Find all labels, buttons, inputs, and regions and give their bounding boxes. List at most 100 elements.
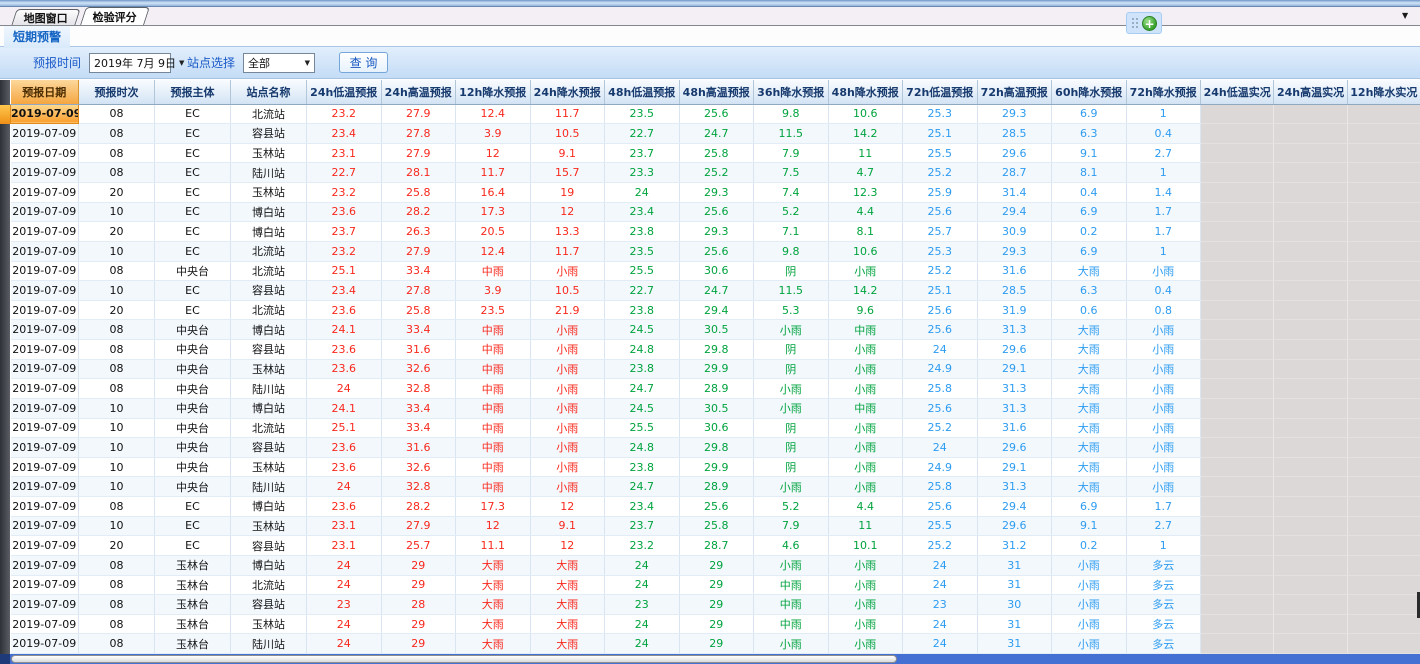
table-cell[interactable]: 4.4	[828, 497, 903, 517]
table-cell[interactable]: 28.1	[381, 163, 456, 183]
table-cell[interactable]: 25.8	[381, 183, 456, 203]
table-cell[interactable]: 08	[79, 261, 155, 281]
table-cell[interactable]: 玉林台	[155, 634, 231, 654]
table-cell[interactable]: 25.8	[679, 516, 754, 536]
table-cell[interactable]: 2019-07-09	[11, 555, 79, 575]
table-cell[interactable]: 中雨	[456, 438, 531, 458]
table-row[interactable]: 2019-07-0908EC容县站23.427.83.910.522.724.7…	[11, 124, 1420, 144]
table-cell[interactable]: 中央台	[155, 261, 231, 281]
table-cell[interactable]: 33.4	[381, 320, 456, 340]
table-cell[interactable]: 大雨	[530, 614, 605, 634]
table-cell[interactable]	[1274, 536, 1347, 556]
table-cell[interactable]: 31.4	[977, 183, 1052, 203]
table-cell[interactable]: 29.6	[977, 516, 1052, 536]
table-cell[interactable]: 32.6	[381, 457, 456, 477]
table-cell[interactable]: 大雨	[456, 555, 531, 575]
table-cell[interactable]: 容县站	[231, 124, 307, 144]
table-cell[interactable]: 博白站	[231, 222, 307, 242]
column-header[interactable]: 预报主体	[155, 80, 231, 104]
table-cell[interactable]	[1347, 340, 1420, 360]
table-cell[interactable]: 08	[79, 634, 155, 654]
table-cell[interactable]: 29	[679, 634, 754, 654]
table-cell[interactable]: 23.6	[307, 359, 382, 379]
table-cell[interactable]: 29.3	[977, 241, 1052, 261]
table-cell[interactable]: 23.7	[605, 516, 680, 536]
table-cell[interactable]: 2019-07-09	[11, 300, 79, 320]
table-cell[interactable]	[1274, 241, 1347, 261]
table-cell[interactable]	[1274, 477, 1347, 497]
table-cell[interactable]: 23.2	[307, 183, 382, 203]
table-cell[interactable]: 博白站	[231, 320, 307, 340]
table-cell[interactable]: 23.2	[605, 536, 680, 556]
table-cell[interactable]: 23.1	[307, 143, 382, 163]
table-row[interactable]: 2019-07-0908玉林台博白站2429大雨大雨2429小雨小雨2431小雨…	[11, 555, 1420, 575]
table-cell[interactable]: 24	[605, 575, 680, 595]
table-row[interactable]: 2019-07-0908EC博白站23.628.217.31223.425.65…	[11, 497, 1420, 517]
table-cell[interactable]	[1347, 457, 1420, 477]
table-cell[interactable]: 北流站	[231, 418, 307, 438]
table-cell[interactable]: 容县站	[231, 438, 307, 458]
table-cell[interactable]: EC	[155, 536, 231, 556]
table-cell[interactable]: 陆川站	[231, 163, 307, 183]
table-cell[interactable]: 阴	[754, 418, 829, 438]
table-cell[interactable]: 24	[307, 477, 382, 497]
table-cell[interactable]	[1201, 555, 1274, 575]
table-cell[interactable]: 23.6	[307, 457, 382, 477]
table-cell[interactable]: 小雨	[530, 438, 605, 458]
table-cell[interactable]: 1.7	[1126, 497, 1201, 517]
table-cell[interactable]: 阴	[754, 438, 829, 458]
table-cell[interactable]: 小雨	[1052, 614, 1127, 634]
table-cell[interactable]: 大雨	[1052, 438, 1127, 458]
panel-dropdown-arrow-icon[interactable]: ▼	[1402, 11, 1408, 20]
table-cell[interactable]: 玉林站	[231, 516, 307, 536]
table-cell[interactable]: 31	[977, 575, 1052, 595]
table-cell[interactable]: 25.2	[903, 163, 978, 183]
table-cell[interactable]: 31.9	[977, 300, 1052, 320]
table-cell[interactable]	[1201, 359, 1274, 379]
table-cell[interactable]: 25.6	[679, 202, 754, 222]
table-cell[interactable]: 大雨	[456, 634, 531, 654]
table-cell[interactable]: 玉林站	[231, 183, 307, 203]
table-cell[interactable]: 11	[828, 516, 903, 536]
table-cell[interactable]: 2019-07-09	[11, 398, 79, 418]
table-cell[interactable]: 大雨	[1052, 261, 1127, 281]
table-cell[interactable]: 小雨	[828, 555, 903, 575]
table-cell[interactable]: 小雨	[1052, 595, 1127, 615]
table-cell[interactable]: 小雨	[530, 379, 605, 399]
table-cell[interactable]: 28	[381, 595, 456, 615]
table-cell[interactable]: 10	[79, 281, 155, 301]
table-cell[interactable]: 9.1	[1052, 516, 1127, 536]
table-cell[interactable]: 24	[605, 183, 680, 203]
table-cell[interactable]	[1201, 143, 1274, 163]
table-cell[interactable]: 8.1	[1052, 163, 1127, 183]
table-cell[interactable]: 25.6	[903, 202, 978, 222]
table-cell[interactable]: EC	[155, 202, 231, 222]
table-cell[interactable]: 29.4	[679, 300, 754, 320]
table-cell[interactable]: 小雨	[828, 575, 903, 595]
table-cell[interactable]: 9.8	[754, 104, 829, 124]
table-cell[interactable]: 24	[605, 634, 680, 654]
table-cell[interactable]: 中央台	[155, 320, 231, 340]
table-cell[interactable]: 16.4	[456, 183, 531, 203]
table-cell[interactable]	[1201, 497, 1274, 517]
table-cell[interactable]: 玉林站	[231, 143, 307, 163]
table-cell[interactable]: EC	[155, 104, 231, 124]
horizontal-scrollbar-thumb[interactable]	[11, 655, 897, 663]
table-cell[interactable]: 2019-07-09	[11, 183, 79, 203]
table-cell[interactable]: 小雨	[530, 418, 605, 438]
table-cell[interactable]: 阴	[754, 359, 829, 379]
column-header[interactable]: 24h降水预报	[530, 80, 605, 104]
column-header[interactable]: 48h高温预报	[679, 80, 754, 104]
table-cell[interactable]: 小雨	[530, 398, 605, 418]
horizontal-scrollbar[interactable]	[0, 654, 1420, 664]
table-cell[interactable]: 25.2	[903, 261, 978, 281]
table-cell[interactable]: 6.3	[1052, 124, 1127, 144]
table-cell[interactable]	[1274, 516, 1347, 536]
table-cell[interactable]: 21.9	[530, 300, 605, 320]
table-cell[interactable]: 7.9	[754, 143, 829, 163]
table-cell[interactable]	[1347, 202, 1420, 222]
table-cell[interactable]	[1347, 163, 1420, 183]
table-cell[interactable]: 31.3	[977, 398, 1052, 418]
table-cell[interactable]	[1274, 457, 1347, 477]
table-cell[interactable]: 6.9	[1052, 497, 1127, 517]
